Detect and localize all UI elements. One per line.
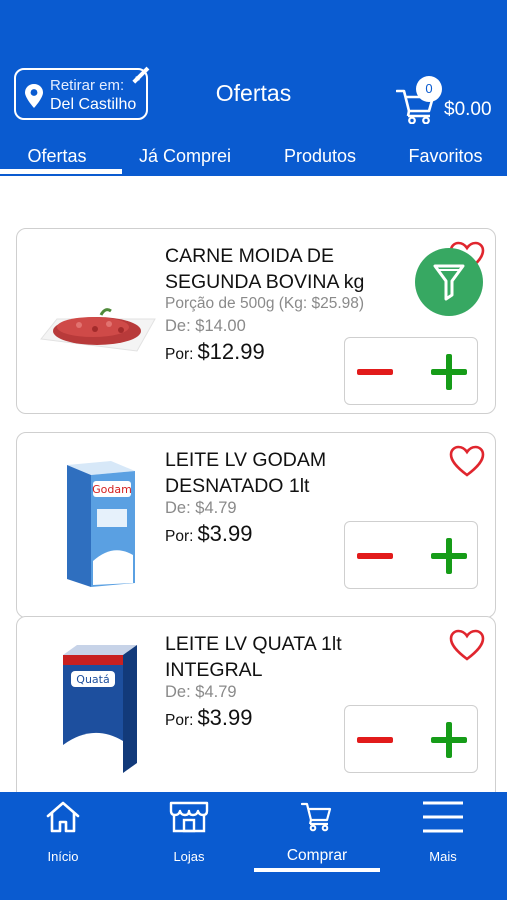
nav-comprar-label: Comprar (286, 847, 348, 864)
decrease-quantity-button[interactable] (357, 544, 393, 568)
cart-icon (301, 802, 332, 832)
sale-price-value: $3.99 (197, 521, 253, 546)
sale-price: Por: $12.99 (165, 339, 265, 365)
tab-produtos[interactable]: Produtos (256, 146, 384, 167)
original-price: De: $4.79 (165, 683, 237, 702)
active-nav-indicator (254, 868, 380, 872)
sale-price-label: Por: (165, 346, 194, 363)
cart-count-badge: 0 (416, 76, 442, 102)
sale-price: Por: $3.99 (165, 521, 253, 547)
increase-quantity-button[interactable] (431, 538, 467, 574)
product-card[interactable]: Quatá LEITE LV QUATA 1lt INTEGRAL De: $4… (16, 616, 496, 792)
ground-beef-image (40, 308, 156, 352)
sale-price: Por: $3.99 (165, 705, 253, 731)
original-price-label: De: (165, 499, 191, 517)
active-tab-indicator (0, 169, 122, 174)
original-price-value: $4.79 (195, 683, 237, 701)
product-card[interactable]: Godam LEITE LV GODAM DESNATADO 1lt De: $… (16, 432, 496, 618)
original-price-label: De: (165, 317, 191, 335)
store-icon (169, 801, 209, 833)
favorite-heart-icon[interactable] (449, 445, 485, 477)
sale-price-value: $3.99 (197, 705, 253, 730)
svg-text:Godam: Godam (92, 483, 132, 496)
nav-inicio-label: Início (47, 849, 79, 864)
sale-price-label: Por: (165, 528, 194, 545)
tab-favoritos[interactable]: Favoritos (384, 146, 507, 167)
product-portion: Porção de 500g (Kg: $25.98) (165, 295, 365, 312)
original-price-value: $14.00 (195, 317, 246, 335)
home-icon (46, 801, 80, 833)
milk-carton-godam-image: Godam (67, 461, 135, 587)
milk-carton-quata-image: Quatá (63, 645, 137, 773)
nav-inicio[interactable]: Início (0, 792, 126, 900)
product-name: LEITE LV GODAM DESNATADO 1lt (165, 449, 327, 497)
increase-quantity-button[interactable] (431, 722, 467, 758)
filter-funnel-icon (433, 264, 465, 301)
nav-mais-label: Mais (429, 849, 457, 864)
product-name: LEITE LV QUATA 1lt INTEGRAL (165, 633, 342, 681)
sale-price-value: $12.99 (197, 339, 265, 364)
product-name: CARNE MOIDA DE SEGUNDA BOVINA kg (165, 245, 365, 293)
svg-text:Quatá: Quatá (76, 673, 109, 686)
tab-ja-comprei[interactable]: Já Comprei (122, 146, 248, 167)
cart-total[interactable]: $0.00 (444, 99, 492, 121)
bottom-navigation: Início Lojas Comprar Mais (0, 792, 507, 900)
original-price: De: $4.79 (165, 499, 237, 518)
nav-lojas-label: Lojas (173, 849, 205, 864)
filter-button[interactable] (415, 248, 483, 316)
nav-lojas[interactable]: Lojas (126, 792, 252, 900)
app-header: Retirar em: Del Castilho Ofertas 0 $0.00… (0, 0, 507, 176)
increase-quantity-button[interactable] (431, 354, 467, 390)
nav-mais[interactable]: Mais (380, 792, 506, 900)
original-price: De: $14.00 (165, 317, 246, 336)
sale-price-label: Por: (165, 712, 194, 729)
tab-ofertas[interactable]: Ofertas (0, 146, 114, 167)
quantity-stepper (344, 521, 478, 589)
original-price-value: $4.79 (195, 499, 237, 517)
nav-comprar[interactable]: Comprar (254, 792, 380, 900)
decrease-quantity-button[interactable] (357, 728, 393, 752)
favorite-heart-icon[interactable] (449, 629, 485, 661)
menu-icon (423, 801, 463, 833)
quantity-stepper (344, 337, 478, 405)
original-price-label: De: (165, 683, 191, 701)
decrease-quantity-button[interactable] (357, 360, 393, 384)
quantity-stepper (344, 705, 478, 773)
